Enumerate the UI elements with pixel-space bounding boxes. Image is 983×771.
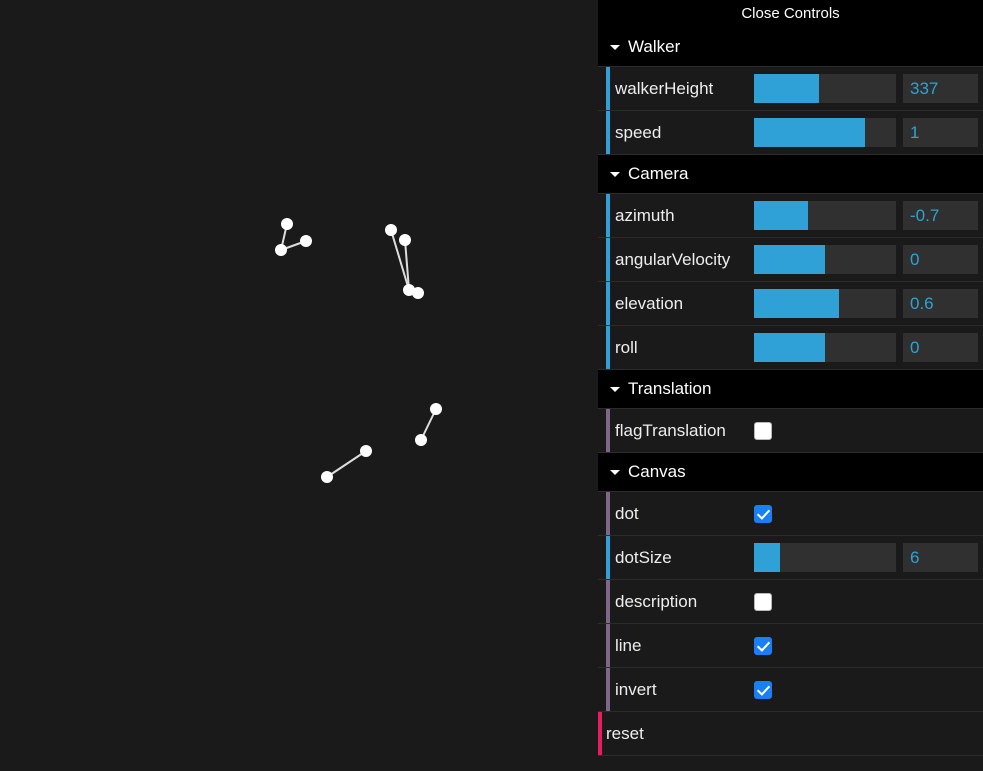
gui-row-reset[interactable]: reset <box>598 712 983 756</box>
gui-row-label: roll <box>615 337 638 357</box>
walker-dot <box>415 434 427 446</box>
checkbox-cell <box>754 636 896 655</box>
gui-row-label: invert <box>615 679 657 699</box>
gui-row-label: description <box>615 591 698 611</box>
value-input-angularVelocity[interactable]: 0 <box>903 245 978 274</box>
value-input-walkerHeight[interactable]: 337 <box>903 74 978 103</box>
slider-fill <box>754 289 840 318</box>
value-input-dotSize[interactable]: 6 <box>903 543 978 572</box>
gui-row-line[interactable]: line <box>598 624 983 668</box>
checkbox-cell <box>754 592 896 611</box>
walker-dot <box>412 287 424 299</box>
walker-dot <box>281 218 293 230</box>
slider-fill <box>754 118 865 147</box>
chevron-down-icon <box>610 387 620 392</box>
walker-dot <box>430 403 442 415</box>
checkbox-line[interactable] <box>754 636 772 655</box>
gui-row-label: line <box>615 635 642 655</box>
gui-row-label: walkerHeight <box>615 78 714 98</box>
gui-row-flagTranslation[interactable]: flagTranslation <box>598 409 983 453</box>
gui-row-elevation[interactable]: elevation 0.6 <box>598 282 983 326</box>
value-input-speed[interactable]: 1 <box>903 118 978 147</box>
gui-folder-label: Camera <box>628 164 689 183</box>
slider-dotSize[interactable] <box>754 543 896 572</box>
slider-fill <box>754 245 825 274</box>
checkbox-flagTranslation[interactable] <box>754 421 772 440</box>
walker-dot <box>321 471 333 483</box>
gui-row-label: reset <box>606 723 644 743</box>
walker-line <box>326 450 367 478</box>
gui-row-walkerHeight[interactable]: walkerHeight 337 <box>598 67 983 111</box>
gui-row-label: elevation <box>615 293 684 313</box>
slider-azimuth[interactable] <box>754 201 896 230</box>
gui-row-angularVelocity[interactable]: angularVelocity 0 <box>598 238 983 282</box>
walker-dot <box>360 445 372 457</box>
gui-row-description[interactable]: description <box>598 580 983 624</box>
dat-gui-panel[interactable]: Close Controls Walker walkerHeight 337 spee… <box>598 0 983 771</box>
slider-fill <box>754 333 825 362</box>
value-input-roll[interactable]: 0 <box>903 333 978 362</box>
gui-row-invert[interactable]: invert <box>598 668 983 712</box>
gui-folder-canvas[interactable]: Canvas <box>598 453 983 492</box>
walker-dot <box>385 224 397 236</box>
checkbox-description[interactable] <box>754 592 772 611</box>
slider-speed[interactable] <box>754 118 896 147</box>
gui-folder-label: Translation <box>628 379 712 398</box>
gui-row-label: flagTranslation <box>615 420 726 440</box>
slider-walkerHeight[interactable] <box>754 74 896 103</box>
slider-fill <box>754 201 808 230</box>
checkbox-dot[interactable] <box>754 504 772 523</box>
checkbox-invert[interactable] <box>754 680 772 699</box>
slider-angularVelocity[interactable] <box>754 245 896 274</box>
walker-canvas[interactable] <box>0 0 598 771</box>
slider-fill <box>754 543 780 572</box>
chevron-down-icon <box>610 45 620 50</box>
gui-folder-label: Canvas <box>628 462 686 481</box>
value-input-azimuth[interactable]: -0.7 <box>903 201 978 230</box>
gui-row-label: dot <box>615 503 639 523</box>
walker-dot <box>275 244 287 256</box>
slider-elevation[interactable] <box>754 289 896 318</box>
walker-dot <box>300 235 312 247</box>
gui-row-label: azimuth <box>615 205 675 225</box>
gui-row-speed[interactable]: speed 1 <box>598 111 983 155</box>
gui-row-label: angularVelocity <box>615 249 731 269</box>
close-controls-button[interactable]: Close Controls <box>598 0 983 28</box>
chevron-down-icon <box>610 172 620 177</box>
checkbox-cell <box>754 680 896 699</box>
gui-folder-label: Walker <box>628 37 681 56</box>
chevron-down-icon <box>610 470 620 475</box>
gui-folder-list: Walker walkerHeight 337 speed 1 Camera azimuth… <box>598 28 983 756</box>
checkbox-cell <box>754 504 896 523</box>
gui-row-azimuth[interactable]: azimuth -0.7 <box>598 194 983 238</box>
gui-row-label: speed <box>615 122 662 142</box>
gui-row-label: dotSize <box>615 547 672 567</box>
walker-dot <box>399 234 411 246</box>
walker-scene <box>275 218 442 483</box>
value-input-elevation[interactable]: 0.6 <box>903 289 978 318</box>
gui-folder-camera[interactable]: Camera <box>598 155 983 194</box>
gui-folder-walker[interactable]: Walker <box>598 28 983 67</box>
gui-row-dot[interactable]: dot <box>598 492 983 536</box>
gui-folder-translation[interactable]: Translation <box>598 370 983 409</box>
gui-row-roll[interactable]: roll 0 <box>598 326 983 370</box>
gui-row-dotSize[interactable]: dotSize 6 <box>598 536 983 580</box>
slider-roll[interactable] <box>754 333 896 362</box>
slider-fill <box>754 74 820 103</box>
checkbox-cell <box>754 421 896 440</box>
